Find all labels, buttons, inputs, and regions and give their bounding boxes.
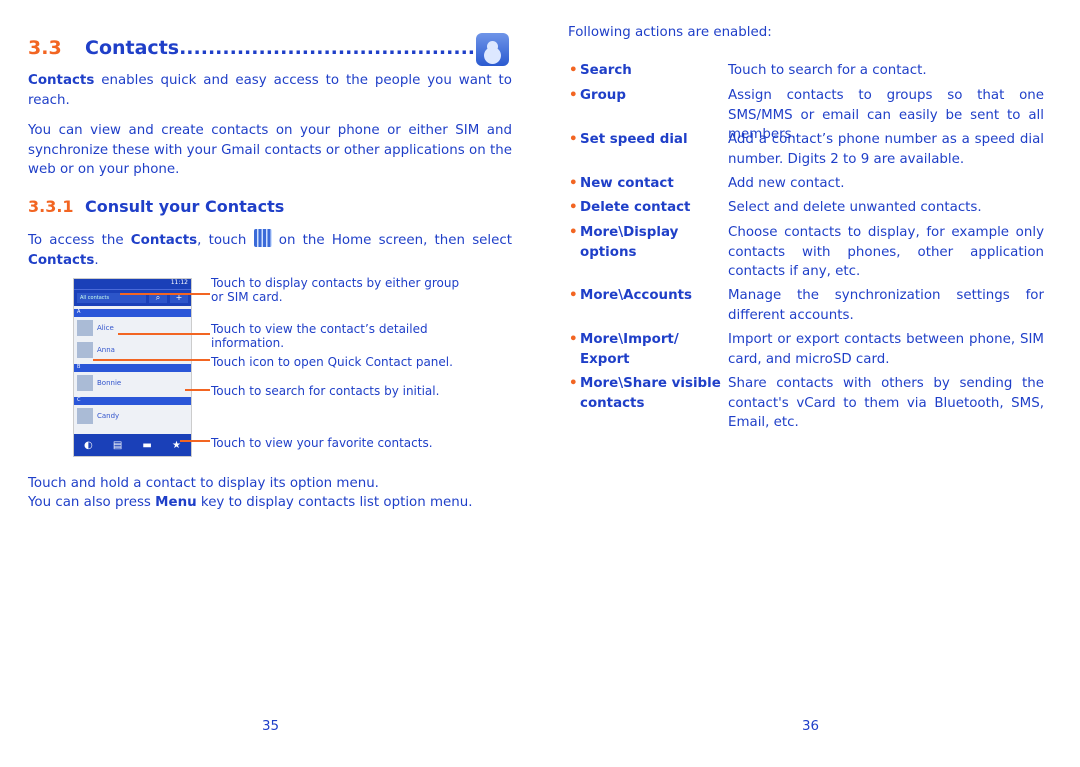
action-desc: Share contacts with others by sending th… — [728, 376, 1044, 430]
intro-paragraph: Contacts enables quick and easy access t… — [28, 73, 512, 108]
list-item: Anna — [74, 339, 191, 361]
annotation: Touch to search for contacts by initial. — [211, 384, 440, 398]
avatar — [77, 342, 93, 358]
action-term: Delete contact — [569, 198, 730, 218]
action-desc: Add a contact’s phone number as a speed … — [728, 132, 1044, 167]
actions-intro: Following actions are enabled: — [568, 25, 772, 40]
avatar — [77, 408, 93, 424]
status-bar: 11:12 — [74, 279, 191, 289]
action-term: More\Import/ Export — [569, 330, 690, 369]
action-term: More\Display options — [569, 223, 690, 262]
callout-line — [185, 389, 210, 391]
list-item: Bonnie — [74, 372, 191, 394]
page-number: 35 — [262, 719, 280, 734]
annotation: Touch icon to open Quick Contact panel. — [211, 355, 453, 369]
app-grid-icon — [253, 229, 272, 247]
section-header: C — [74, 397, 191, 405]
callout-line — [93, 359, 210, 361]
action-term: Group — [569, 86, 730, 106]
menu-paragraph: You can also press Menu key to display c… — [28, 495, 473, 510]
paragraph: You can view and create contacts on your… — [28, 123, 512, 177]
action-term: New contact — [569, 174, 730, 194]
action-term: Set speed dial — [569, 130, 730, 150]
section-heading: 3.3 Contacts.............................… — [28, 37, 488, 59]
annotation: Touch to view the contact’s detailed inf… — [211, 322, 428, 350]
phone-icon: ◐ — [84, 439, 93, 451]
action-term: More\Accounts — [569, 286, 730, 306]
list-item: Alice — [74, 317, 191, 339]
action-desc: Select and delete unwanted contacts. — [728, 200, 982, 215]
section-header: B — [74, 364, 191, 372]
callout-line — [120, 293, 210, 295]
page-number: 36 — [802, 719, 820, 734]
callout-line — [118, 333, 210, 335]
list-item: Candy — [74, 405, 191, 427]
annotation: Touch to display contacts by either grou… — [211, 276, 460, 304]
action-desc: Import or export contacts between phone,… — [728, 332, 1044, 367]
action-desc: Touch to search for a contact. — [728, 63, 927, 78]
action-desc: Choose contacts to display, for example … — [728, 225, 1044, 279]
bottom-nav: ◐ ▤ ▬ ★ — [74, 434, 191, 456]
action-desc: Manage the synchronization settings for … — [728, 288, 1044, 323]
access-paragraph: To access the Contacts, touch on the Hom… — [28, 229, 512, 270]
phone-screenshot: 11:12 All contacts ⌕ + A Alice Anna B Bonn… — [73, 278, 192, 457]
contacts-icon: ▬ — [142, 439, 152, 451]
avatar — [77, 375, 93, 391]
action-desc: Add new contact. — [728, 176, 845, 191]
annotation: Touch to view your favorite contacts. — [211, 436, 433, 450]
paragraph: Touch and hold a contact to display its … — [28, 476, 379, 491]
action-term: Search — [569, 61, 730, 81]
toolbar: All contacts ⌕ + — [74, 289, 191, 306]
section-header: A — [74, 309, 191, 317]
subsection-heading: 3.3.1 Consult your Contacts — [28, 197, 285, 216]
contacts-app-icon — [476, 33, 509, 66]
call-log-icon: ▤ — [112, 439, 123, 451]
avatar — [77, 320, 93, 336]
callout-line — [180, 440, 210, 442]
action-term: More\Share visible contacts — [569, 374, 730, 413]
